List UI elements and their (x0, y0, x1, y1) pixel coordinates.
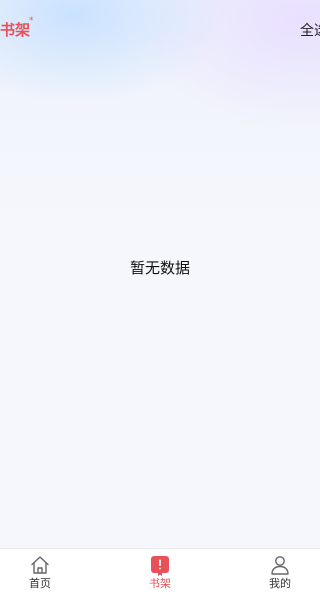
tab-home[interactable]: 首页 (0, 549, 80, 600)
tab-profile-label: 我的 (269, 577, 291, 590)
tab-bookshelf-label: 书架 (149, 577, 171, 590)
bookshelf-icon (151, 556, 169, 576)
page-title: 书架 (0, 21, 31, 39)
top-header: 书架 * 全选 (0, 0, 320, 60)
select-all-button[interactable]: 全选 (300, 21, 320, 41)
empty-state-text: 暂无数据 (129, 259, 190, 277)
user-icon (271, 556, 289, 575)
tab-bookshelf[interactable]: 书架 (120, 549, 200, 600)
title-mark: * (29, 16, 34, 26)
tab-profile[interactable]: 我的 (240, 549, 320, 600)
home-icon (31, 556, 49, 574)
tab-home-label: 首页 (29, 577, 51, 590)
bottom-tab-bar: 首页 书架 我的 (0, 548, 320, 600)
